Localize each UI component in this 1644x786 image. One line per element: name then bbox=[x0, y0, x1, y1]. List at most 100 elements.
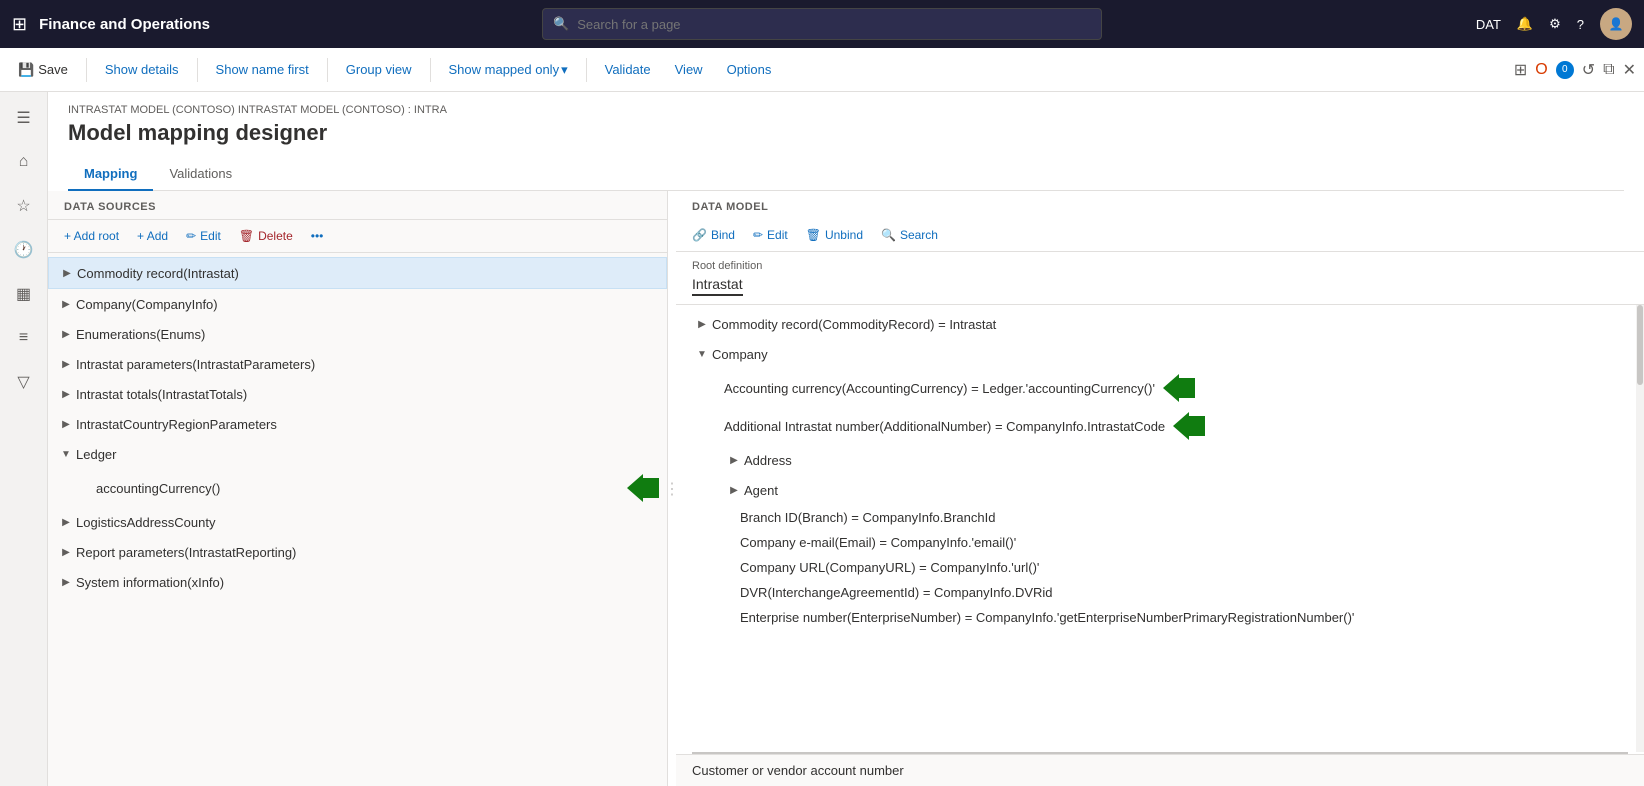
tree-item-accounting-currency[interactable]: accountingCurrency() bbox=[48, 469, 667, 507]
data-sources-title: DATA SOURCES bbox=[64, 201, 651, 213]
delete-button[interactable]: 🗑 Delete bbox=[231, 226, 301, 246]
model-item-agent[interactable]: ▶ Agent bbox=[676, 475, 1644, 505]
add-root-button[interactable]: + Add root bbox=[56, 226, 127, 246]
data-sources-tree: ▶ Commodity record(Intrastat) ▶ Company(… bbox=[48, 253, 667, 786]
tree-item-enumerations[interactable]: ▶ Enumerations(Enums) bbox=[48, 319, 667, 349]
refresh-icon[interactable]: ↺ bbox=[1582, 60, 1595, 80]
data-sources-panel: DATA SOURCES + Add root + Add ✏ Edit 🗑 bbox=[48, 191, 668, 786]
dm-search-button[interactable]: 🔍 Search bbox=[873, 225, 946, 245]
model-item-branch[interactable]: Branch ID(Branch) = CompanyInfo.BranchId bbox=[676, 505, 1644, 530]
breadcrumb: INTRASTAT MODEL (CONTOSO) INTRASTAT MODE… bbox=[68, 104, 1624, 116]
tree-item-ledger[interactable]: ▼ Ledger bbox=[48, 439, 667, 469]
panels: DATA SOURCES + Add root + Add ✏ Edit 🗑 bbox=[48, 191, 1644, 786]
main-content: INTRASTAT MODEL (CONTOSO) INTRASTAT MODE… bbox=[48, 92, 1644, 786]
show-mapped-only-button[interactable]: Show mapped only ▾ bbox=[439, 58, 578, 82]
data-sources-toolbar: + Add root + Add ✏ Edit 🗑 Delete ••• bbox=[48, 220, 667, 253]
tab-bar: Mapping Validations bbox=[68, 158, 1624, 191]
model-item-additional-intrastat[interactable]: Additional Intrastat number(AdditionalNu… bbox=[676, 407, 1644, 445]
scrollbar-track[interactable] bbox=[1636, 305, 1644, 752]
sidebar-home-icon[interactable]: ⌂ bbox=[6, 144, 42, 180]
tab-mapping[interactable]: Mapping bbox=[68, 158, 153, 191]
separator5 bbox=[586, 58, 587, 82]
save-button[interactable]: 💾 Save bbox=[8, 58, 78, 82]
more-button[interactable]: ••• bbox=[303, 226, 332, 246]
show-details-button[interactable]: Show details bbox=[95, 58, 189, 81]
tree-item-system-info[interactable]: ▶ System information(xInfo) bbox=[48, 567, 667, 597]
tree-item-intrastat-params[interactable]: ▶ Intrastat parameters(IntrastatParamete… bbox=[48, 349, 667, 379]
green-arrow-left-3 bbox=[1173, 412, 1205, 440]
separator3 bbox=[327, 58, 328, 82]
root-def-label: Root definition bbox=[692, 260, 1628, 272]
search-input[interactable] bbox=[577, 17, 1091, 32]
sidebar-recent-icon[interactable]: 🕐 bbox=[6, 232, 42, 268]
group-view-button[interactable]: Group view bbox=[336, 58, 422, 81]
tree-item-intrastat-country[interactable]: ▶ IntrastatCountryRegionParameters bbox=[48, 409, 667, 439]
data-model-header: DATA MODEL bbox=[676, 191, 1644, 219]
tree-item-company[interactable]: ▶ Company(CompanyInfo) bbox=[48, 289, 667, 319]
data-model-toolbar: 🔗 Bind ✏ Edit 🗑 Unbind 🔍 Search bbox=[676, 219, 1644, 252]
bookmark-icon[interactable]: ⊞ bbox=[1514, 60, 1527, 80]
edit-button[interactable]: ✏ Edit bbox=[178, 226, 229, 246]
sidebar-grid-icon[interactable]: ▦ bbox=[6, 276, 42, 312]
model-item-url[interactable]: Company URL(CompanyURL) = CompanyInfo.'u… bbox=[676, 555, 1644, 580]
data-sources-header: DATA SOURCES bbox=[48, 191, 667, 220]
command-bar: 💾 Save Show details Show name first Grou… bbox=[0, 48, 1644, 92]
app-grid-icon[interactable]: ⊞ bbox=[12, 14, 27, 35]
settings-icon[interactable]: ⚙ bbox=[1549, 16, 1561, 32]
model-item-address[interactable]: ▶ Address bbox=[676, 445, 1644, 475]
panel-drag-handle[interactable] bbox=[668, 191, 676, 786]
page-header: INTRASTAT MODEL (CONTOSO) INTRASTAT MODE… bbox=[48, 92, 1644, 191]
nav-right: DAT 🔔 ⚙ ? 👤 bbox=[1476, 8, 1632, 40]
model-tree: ▶ Commodity record(CommodityRecord) = In… bbox=[676, 305, 1644, 752]
office-icon[interactable]: O bbox=[1535, 61, 1547, 79]
tab-validations[interactable]: Validations bbox=[153, 158, 248, 191]
sidebar-menu-icon[interactable]: ☰ bbox=[6, 100, 42, 136]
app-title: Finance and Operations bbox=[39, 16, 210, 33]
unbind-button[interactable]: 🗑 Unbind bbox=[798, 225, 871, 245]
badge-count: 0 bbox=[1556, 61, 1574, 79]
tree-item-intrastat-totals[interactable]: ▶ Intrastat totals(IntrastatTotals) bbox=[48, 379, 667, 409]
dm-edit-button[interactable]: ✏ Edit bbox=[745, 225, 796, 245]
sidebar-list-icon[interactable]: ≡ bbox=[6, 320, 42, 356]
model-item-enterprise[interactable]: Enterprise number(EnterpriseNumber) = Co… bbox=[676, 605, 1644, 630]
tree-item-label: Commodity record(Intrastat) bbox=[77, 266, 658, 281]
env-badge: DAT bbox=[1476, 17, 1501, 32]
sidebar-star-icon[interactable]: ☆ bbox=[6, 188, 42, 224]
page-title: Model mapping designer bbox=[68, 120, 1624, 146]
root-definition: Root definition Intrastat bbox=[676, 252, 1644, 305]
save-icon: 💾 bbox=[18, 62, 34, 78]
model-item-dvr[interactable]: DVR(InterchangeAgreementId) = CompanyInf… bbox=[676, 580, 1644, 605]
notification-icon[interactable]: 🔔 bbox=[1517, 16, 1533, 32]
sidebar-filter-icon[interactable]: ▽ bbox=[6, 364, 42, 400]
left-sidebar: ☰ ⌂ ☆ 🕐 ▦ ≡ ▽ bbox=[0, 92, 48, 786]
global-search-bar[interactable]: 🔍 bbox=[542, 8, 1102, 40]
avatar[interactable]: 👤 bbox=[1600, 8, 1632, 40]
bottom-text: Customer or vendor account number bbox=[692, 763, 904, 778]
root-def-value: Intrastat bbox=[692, 276, 743, 296]
separator2 bbox=[197, 58, 198, 82]
view-button[interactable]: View bbox=[665, 58, 713, 81]
model-item-email[interactable]: Company e-mail(Email) = CompanyInfo.'ema… bbox=[676, 530, 1644, 555]
tree-item-logistics[interactable]: ▶ LogisticsAddressCounty bbox=[48, 507, 667, 537]
data-model-panel: DATA MODEL 🔗 Bind ✏ Edit 🗑 Unbind bbox=[676, 191, 1644, 786]
main-layout: ☰ ⌂ ☆ 🕐 ▦ ≡ ▽ INTRASTAT MODEL (CONTOSO) … bbox=[0, 92, 1644, 786]
tree-item-report-params[interactable]: ▶ Report parameters(IntrastatReporting) bbox=[48, 537, 667, 567]
show-name-first-button[interactable]: Show name first bbox=[206, 58, 319, 81]
top-navigation: ⊞ Finance and Operations 🔍 DAT 🔔 ⚙ ? 👤 bbox=[0, 0, 1644, 48]
tree-item-commodity-record[interactable]: ▶ Commodity record(Intrastat) bbox=[48, 257, 667, 289]
model-item-company[interactable]: ▼ Company bbox=[676, 339, 1644, 369]
help-icon[interactable]: ? bbox=[1577, 17, 1584, 32]
expand-icon: ▶ bbox=[57, 263, 77, 283]
bind-button[interactable]: 🔗 Bind bbox=[684, 225, 743, 245]
search-icon: 🔍 bbox=[553, 16, 569, 32]
close-icon[interactable]: ✕ bbox=[1623, 60, 1636, 80]
model-item-commodity[interactable]: ▶ Commodity record(CommodityRecord) = In… bbox=[676, 309, 1644, 339]
scrollbar-thumb[interactable] bbox=[1637, 305, 1643, 385]
chevron-down-icon: ▾ bbox=[561, 62, 568, 78]
model-item-accounting-currency[interactable]: Accounting currency(AccountingCurrency) … bbox=[676, 369, 1644, 407]
add-button[interactable]: + Add bbox=[129, 226, 176, 246]
expand-icon[interactable]: ⧉ bbox=[1603, 61, 1614, 79]
separator4 bbox=[430, 58, 431, 82]
validate-button[interactable]: Validate bbox=[595, 58, 661, 81]
options-button[interactable]: Options bbox=[717, 58, 782, 81]
